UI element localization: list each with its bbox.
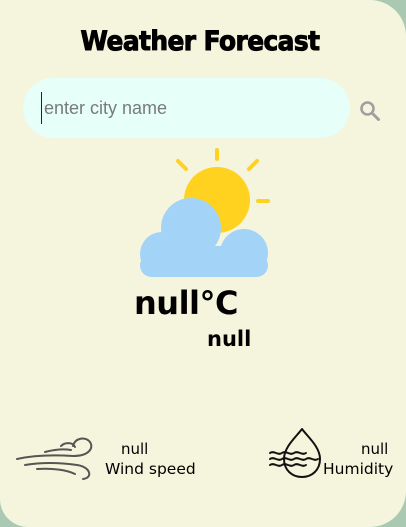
search-icon[interactable] [358,99,382,123]
humidity-value: null [361,440,389,458]
humidity-icon [269,428,321,478]
cloud [140,198,268,277]
wind-speed-label: Wind speed [105,460,196,478]
search-box [23,78,350,138]
partly-cloudy-icon [140,148,270,277]
temperature: null°C [134,284,238,322]
weather-description: null [207,327,252,351]
weather-card: Weather Forecast null°C null [0,0,406,527]
app-title: Weather Forecast [80,26,320,58]
city-search-input[interactable] [41,92,334,124]
wind-speed-value: null [121,440,149,458]
wind-icon [16,437,93,480]
humidity-label: Humidity [323,460,394,478]
